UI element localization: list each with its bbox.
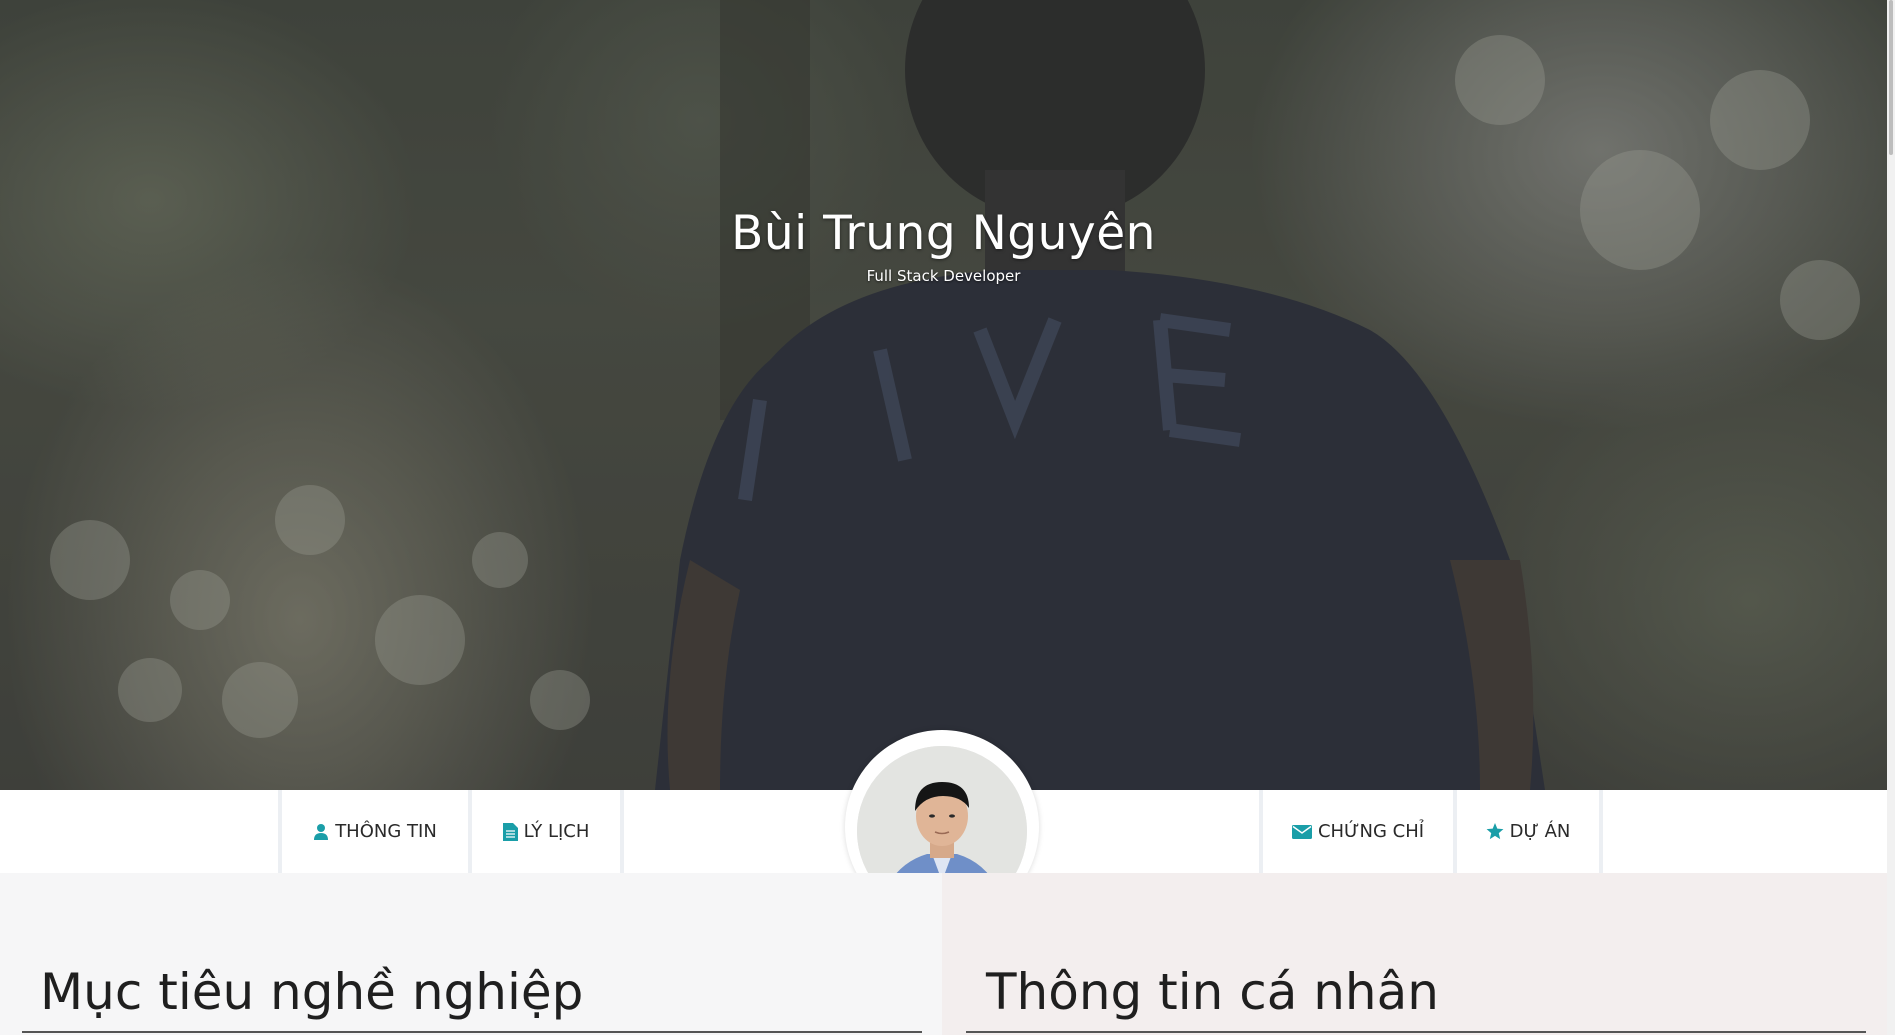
document-icon xyxy=(502,822,518,841)
personal-info-title: Thông tin cá nhân xyxy=(986,963,1439,1021)
hero-subtitle: Full Stack Developer xyxy=(866,267,1021,285)
nav-item-ly-lich[interactable]: LÝ LỊCH xyxy=(472,790,620,873)
envelope-icon xyxy=(1291,824,1312,839)
hero-banner: Bùi Trung Nguyên Full Stack Developer xyxy=(0,0,1887,790)
nav-item-label: DỰ ÁN xyxy=(1509,821,1571,842)
nav-item-label: LÝ LỊCH xyxy=(523,821,590,842)
nav-divider xyxy=(620,790,624,873)
career-goal-title: Mục tiêu nghề nghiệp xyxy=(40,963,584,1021)
scrollbar-thumb[interactable] xyxy=(1889,0,1893,155)
page-scrollbar[interactable] xyxy=(1887,0,1895,1035)
nav-item-label: THÔNG TIN xyxy=(335,821,437,842)
nav-item-thong-tin[interactable]: THÔNG TIN xyxy=(282,790,468,873)
hero-overlay xyxy=(0,0,1887,790)
hero-name-title: Bùi Trung Nguyên xyxy=(731,206,1156,261)
user-icon xyxy=(314,824,329,840)
nav-item-du-an[interactable]: DỰ ÁN xyxy=(1457,790,1599,873)
nav-item-chung-chi[interactable]: CHỨNG CHỈ xyxy=(1263,790,1453,873)
career-goal-underline xyxy=(22,1031,922,1033)
star-icon xyxy=(1486,823,1504,840)
nav-item-label: CHỨNG CHỈ xyxy=(1317,821,1425,842)
personal-info-underline xyxy=(966,1031,1866,1033)
page: Bùi Trung Nguyên Full Stack Developer TH… xyxy=(0,0,1895,1035)
nav-divider xyxy=(1599,790,1603,873)
